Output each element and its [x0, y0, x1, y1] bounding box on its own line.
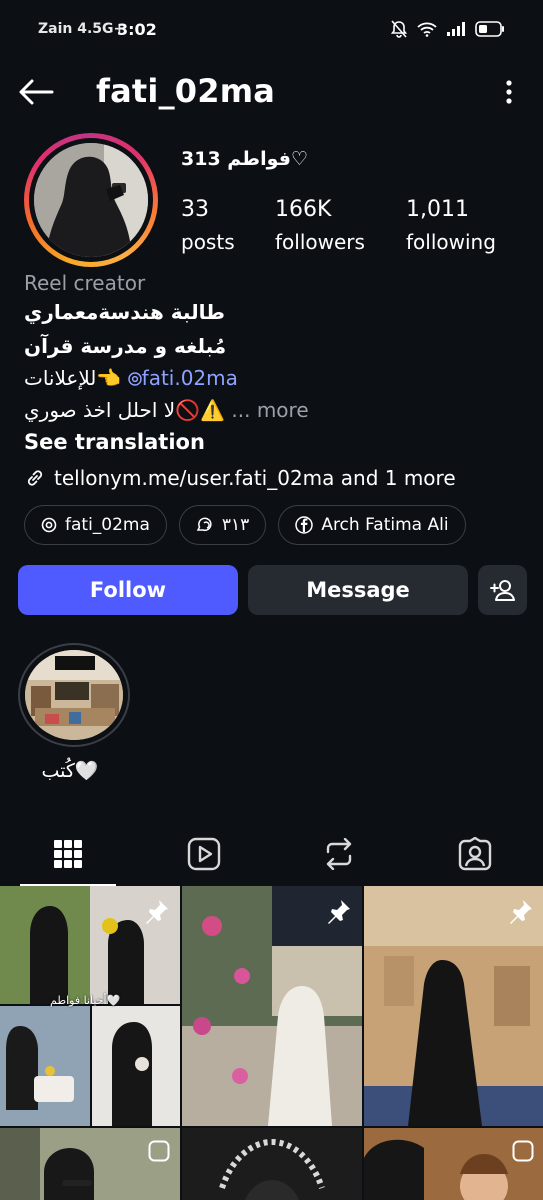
more-options-button[interactable] — [495, 76, 523, 108]
highlight-ring — [18, 643, 130, 747]
posts-count: 33 — [181, 197, 209, 222]
grid-post[interactable] — [182, 1128, 362, 1200]
followers-count: 166K — [275, 197, 332, 222]
profile-avatar — [34, 143, 148, 257]
bio-text: للإعلانات👈 — [24, 366, 122, 390]
grid-post[interactable]: أحيانا فواطم🤍 — [0, 886, 180, 1126]
following-label: following — [406, 230, 496, 254]
bio-line: مُبلغه و مدرسة قرآن — [24, 334, 227, 358]
see-translation-link[interactable]: See translation — [24, 430, 205, 454]
tab-posts-grid[interactable] — [0, 822, 136, 886]
tab-reposts[interactable] — [272, 822, 408, 886]
mention-text: fati.02ma — [141, 366, 238, 390]
following-count: 1,011 — [406, 197, 469, 222]
highlight-label: كُتب🤍 — [41, 760, 99, 782]
battery-icon — [475, 21, 505, 37]
reel-icon — [148, 1140, 170, 1166]
grid-post[interactable] — [364, 886, 543, 1126]
following-stat[interactable]: 1,011 following — [406, 196, 496, 256]
pinned-icon — [144, 898, 170, 928]
reposts-icon — [327, 838, 352, 870]
posts-grid: أحيانا فواطم🤍 — [0, 886, 543, 1200]
bio-line: طالبة هندسةمعماري — [24, 300, 225, 324]
back-arrow-icon — [19, 79, 54, 105]
posts-label: posts — [181, 230, 235, 254]
facebook-icon — [295, 516, 314, 534]
link-text: tellonym.me/user.fati_02ma and 1 more — [54, 466, 456, 490]
message-button[interactable]: Message — [248, 565, 468, 615]
followers-label: followers — [275, 230, 365, 254]
top-nav: fati_02ma — [0, 62, 543, 122]
signal-icon — [447, 22, 465, 36]
profile-username: fati_02ma — [96, 72, 276, 110]
profile-actions: Follow Message — [18, 565, 527, 615]
status-icons — [391, 20, 505, 38]
post-overlay-text: أحيانا فواطم🤍 — [50, 994, 121, 1007]
profile-category: Reel creator — [24, 271, 146, 295]
grid-post[interactable] — [364, 1128, 543, 1200]
chip-label: ٣١٣ — [221, 515, 250, 535]
highlight-cover — [25, 650, 123, 740]
tagged-icon — [458, 837, 492, 871]
pinned-icon — [508, 898, 534, 928]
reel-icon — [512, 1140, 534, 1166]
grid-post[interactable] — [182, 886, 362, 1126]
tab-tagged[interactable] — [407, 822, 543, 886]
wifi-icon — [417, 21, 437, 37]
threads-mention-link[interactable]: fati.02ma — [127, 366, 238, 390]
profile-tabs — [0, 822, 543, 886]
more-link[interactable]: ... more — [231, 398, 308, 422]
chip-facebook[interactable]: Arch Fatima Ali — [278, 505, 466, 545]
grid-post[interactable] — [0, 1128, 180, 1200]
tab-reels[interactable] — [136, 822, 272, 886]
posts-stat[interactable]: 33 posts — [181, 196, 275, 256]
follow-button[interactable]: Follow — [18, 565, 238, 615]
profile-stats: 33 posts 166K followers 1,011 following — [181, 196, 496, 256]
grid-icon — [53, 840, 82, 868]
profile-chips: fati_02ma ٣١٣ Arch Fatima Ali — [24, 505, 466, 545]
chip-label: fati_02ma — [65, 515, 150, 535]
story-highlight[interactable]: كُتب🤍 — [18, 643, 130, 782]
threads-bubble-icon — [196, 517, 212, 532]
bio-text: لا احلل اخذ صوري🚫⚠️ — [24, 398, 226, 422]
add-person-icon — [489, 580, 515, 601]
bio-external-link[interactable]: tellonym.me/user.fati_02ma and 1 more — [24, 466, 456, 490]
status-bar: Zain 4.5G+ 3:02 — [0, 0, 543, 60]
back-button[interactable] — [16, 74, 56, 110]
clock: 3:02 — [117, 20, 157, 39]
pinned-icon — [326, 898, 352, 928]
story-ring[interactable] — [24, 133, 158, 267]
bio-line: للإعلانات👈 fati.02ma — [24, 366, 238, 390]
mute-bell-icon — [391, 20, 407, 38]
threads-icon — [127, 372, 142, 386]
display-name: فواطم 313♡ — [181, 148, 308, 170]
more-vertical-icon — [506, 80, 512, 104]
chip-threads[interactable]: fati_02ma — [24, 505, 167, 545]
reels-icon — [187, 837, 220, 871]
bio-line: لا احلل اخذ صوري🚫⚠️ ... more — [24, 398, 309, 422]
followers-stat[interactable]: 166K followers — [275, 196, 406, 256]
link-icon — [27, 470, 43, 486]
suggested-users-button[interactable] — [478, 565, 527, 615]
carrier-label: Zain 4.5G+ — [38, 21, 126, 37]
chip-label: Arch Fatima Ali — [321, 515, 449, 535]
chip-threads-bubble[interactable]: ٣١٣ — [178, 505, 267, 545]
threads-icon — [41, 517, 57, 533]
